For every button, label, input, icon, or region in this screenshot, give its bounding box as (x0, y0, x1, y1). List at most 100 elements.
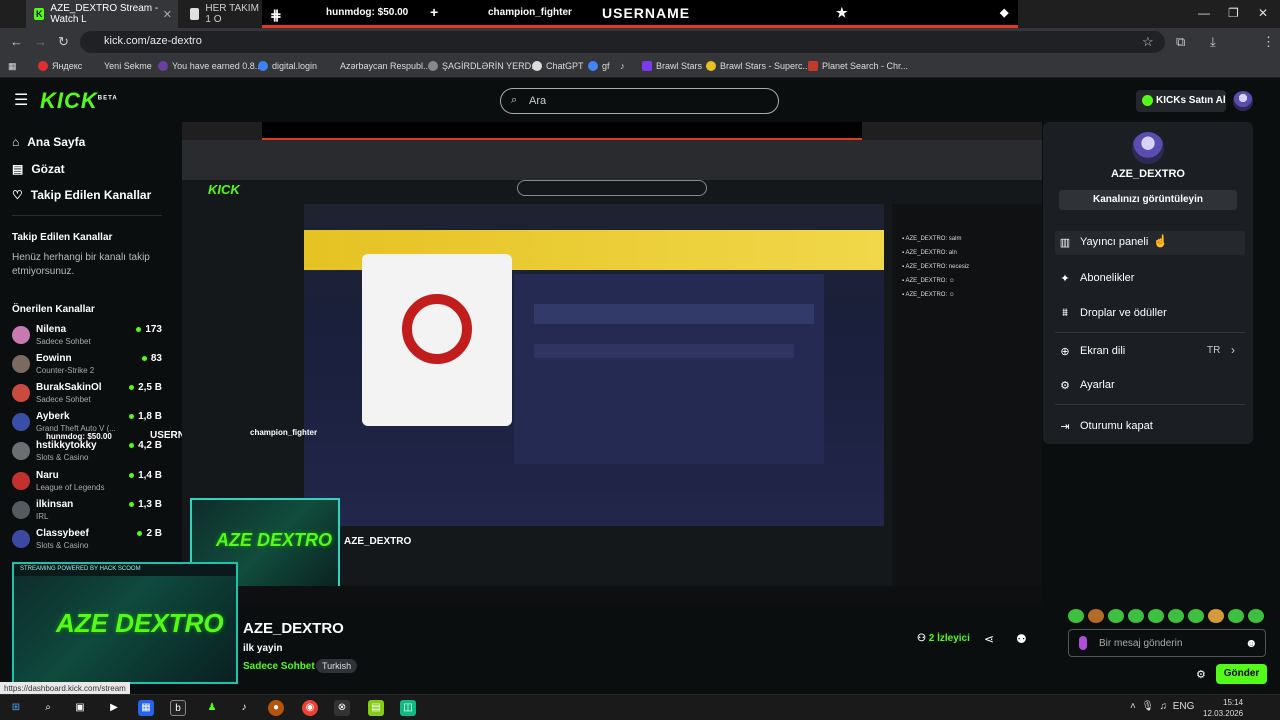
emote-icon[interactable] (1128, 609, 1144, 623)
browser-tab-active[interactable]: K AZE_DEXTRO Stream - Watch L ✕ (26, 0, 178, 28)
emote-icon[interactable] (1168, 609, 1184, 623)
apps-grid-icon[interactable]: ▦ (8, 61, 17, 72)
buy-kicks-button[interactable]: KICKs Satın Al (1136, 90, 1226, 112)
bookmark-item[interactable]: Planet Search - Chr... (808, 61, 908, 71)
follower-text: champion_fighter (488, 7, 572, 18)
channel-item[interactable]: Classybeef Slots & Casino 2 B (12, 528, 162, 554)
search-input[interactable]: ⌕ Ara (500, 88, 779, 114)
bookmark-item[interactable]: Azərbaycan Respubl... (340, 61, 431, 71)
url-input[interactable]: kick.com/aze-dextro (80, 31, 1165, 53)
kick-header: ☰ KICKBETA ⌕ Ara KICKs Satın Al (0, 80, 1280, 122)
browse-icon: ▤ (12, 162, 24, 176)
chat-message-input[interactable]: Bir mesaj gönderin ☻ (1068, 629, 1266, 657)
add-user-icon[interactable]: ⚉ (1016, 632, 1027, 646)
store-app-icon[interactable]: ▦ (138, 700, 154, 716)
chevron-up-icon[interactable]: ˄ (1130, 701, 1136, 712)
close-tab-icon[interactable]: ✕ (163, 8, 172, 21)
nested-taskbar (182, 586, 1042, 604)
forward-icon[interactable]: → (34, 34, 47, 49)
sidebar-item-browse[interactable]: ▤ Gözat (12, 162, 65, 176)
channel-item[interactable]: Naru League of Legends 1,4 B (12, 470, 162, 496)
menu-item-drops[interactable]: ⩩ Droplar ve ödüller (1055, 302, 1245, 326)
back-icon[interactable]: ← (10, 34, 23, 49)
stream-title[interactable]: AZE_DEXTRO (243, 620, 344, 637)
mic-icon[interactable] (1079, 636, 1087, 650)
channel-item[interactable]: hstikkytokky Slots & Casino 4,2 B (12, 440, 162, 466)
tiktok-icon[interactable]: ♪ (236, 700, 252, 716)
stream-category[interactable]: Sadece Sohbet (243, 661, 315, 672)
nested-search (517, 180, 707, 196)
close-window-icon[interactable]: ✕ (1258, 6, 1268, 20)
menu-item-logout[interactable]: ⇥ Oturumu kapat (1055, 415, 1245, 439)
kick-logo[interactable]: KICKBETA (40, 88, 118, 114)
extensions-icon[interactable]: ⧉ (1176, 34, 1185, 50)
emote-icon[interactable] (1208, 609, 1224, 623)
emoji-icon[interactable]: ☻ (1245, 636, 1258, 650)
bookmark-star-icon[interactable]: ☆ (1142, 34, 1154, 50)
app-icon[interactable]: ▤ (368, 700, 384, 716)
menu-item-creator-dashboard[interactable]: ▥ Yayıncı paneli ☝ (1055, 231, 1245, 255)
bookmark-item[interactable]: You have earned 0.8... (158, 61, 262, 71)
menu-item-subscriptions[interactable]: ✦ Abonelikler (1055, 267, 1245, 291)
app-icon[interactable]: ⊗ (334, 700, 350, 716)
download-icon[interactable]: ⤓ (1210, 34, 1216, 50)
bookmark-item[interactable]: ŞAGİRDLƏRİN YERD... (428, 61, 539, 71)
star-icon: ★ (836, 5, 848, 20)
restore-icon[interactable]: ❐ (1228, 6, 1239, 20)
channel-item[interactable]: Eowinn Counter-Strike 2 83 (12, 353, 162, 379)
minimize-icon[interactable]: — (1198, 6, 1210, 20)
view-channel-button[interactable]: Kanalınızı görüntüleyin (1059, 190, 1237, 210)
chrome-icon[interactable]: ◉ (302, 700, 318, 716)
sidebar-item-home[interactable]: ⌂ Ana Sayfa (12, 135, 85, 149)
video-player[interactable]: KICK ▪ AZE_DEXTRO: salm ▪ AZE_DEXTRO: aln… (182, 122, 1042, 604)
bookmark-item[interactable]: digital.login (258, 61, 317, 71)
search-icon[interactable]: ⌕ (40, 700, 56, 716)
app-icon[interactable]: ◫ (400, 700, 416, 716)
bookmark-item[interactable]: ChatGPT (532, 61, 584, 71)
search-icon: ⌕ (511, 94, 518, 106)
clapper-app-icon[interactable]: ▶ (106, 700, 122, 716)
share-icon[interactable]: ⋖ (984, 632, 994, 646)
b-app-icon[interactable]: b (170, 700, 186, 716)
mic-icon[interactable]: 🎙 (1141, 701, 1154, 712)
chat-settings-icon[interactable]: ⚙ (1196, 668, 1206, 681)
channel-item[interactable]: ilkinsan IRL 1,3 B (12, 499, 162, 525)
emote-icon[interactable] (1148, 609, 1164, 623)
figure-app-icon[interactable]: ♟ (204, 700, 220, 716)
clock[interactable]: 15:14 12.03.2026 (1203, 697, 1243, 719)
channel-item[interactable]: Nilena Sadece Sohbet 173 (12, 324, 162, 350)
menu-item-display-language[interactable]: ⊕ Ekran dili TR › (1055, 340, 1245, 364)
channel-item[interactable]: BurakSakinOl Sadece Sohbet 2,5 B (12, 382, 162, 408)
bookmark-item[interactable]: gf (588, 61, 610, 71)
emote-icon[interactable] (1248, 609, 1264, 623)
browser-tab[interactable]: HER TAKIM 1 O (182, 0, 262, 28)
bookmark-item[interactable]: Yeni Sekme (104, 61, 152, 71)
webcam-logo-text: AZE DEXTRO (216, 530, 333, 550)
menu-dots-icon[interactable]: ⋮ (1262, 34, 1275, 50)
language-indicator[interactable]: ENG (1173, 701, 1195, 712)
language-tag[interactable]: Turkish (316, 659, 358, 673)
sidebar-item-following[interactable]: ♡ Takip Edilen Kanallar (12, 188, 151, 202)
emote-icon[interactable] (1088, 609, 1104, 623)
hamburger-menu-icon[interactable]: ☰ (14, 90, 28, 110)
obs-app-icon[interactable]: ● (268, 700, 284, 716)
menu-item-settings[interactable]: ⚙ Ayarlar (1055, 374, 1245, 398)
divider (1055, 332, 1245, 333)
reload-icon[interactable]: ↻ (58, 34, 69, 50)
task-view-icon[interactable]: ▣ (72, 700, 88, 716)
emote-icon[interactable] (1068, 609, 1084, 623)
bookmark-item[interactable]: Brawl Stars - Superc... (706, 61, 810, 71)
tiktok-icon[interactable]: ♪ (620, 61, 625, 71)
send-button[interactable]: Gönder (1216, 664, 1267, 684)
kicks-gem-icon (1142, 95, 1153, 106)
windows-start-icon[interactable]: ⊞ (8, 700, 24, 716)
cursor-hand-icon: ☝ (1153, 234, 1168, 248)
volume-icon[interactable]: ♫ (1160, 701, 1168, 712)
user-avatar[interactable] (1233, 91, 1253, 111)
bookmark-item[interactable]: Brawl Stars (642, 61, 702, 71)
bookmark-item[interactable]: Яндекс (38, 61, 82, 71)
emote-icon[interactable] (1228, 609, 1244, 623)
nested-address-bar (182, 140, 1042, 180)
emote-icon[interactable] (1188, 609, 1204, 623)
emote-icon[interactable] (1108, 609, 1124, 623)
